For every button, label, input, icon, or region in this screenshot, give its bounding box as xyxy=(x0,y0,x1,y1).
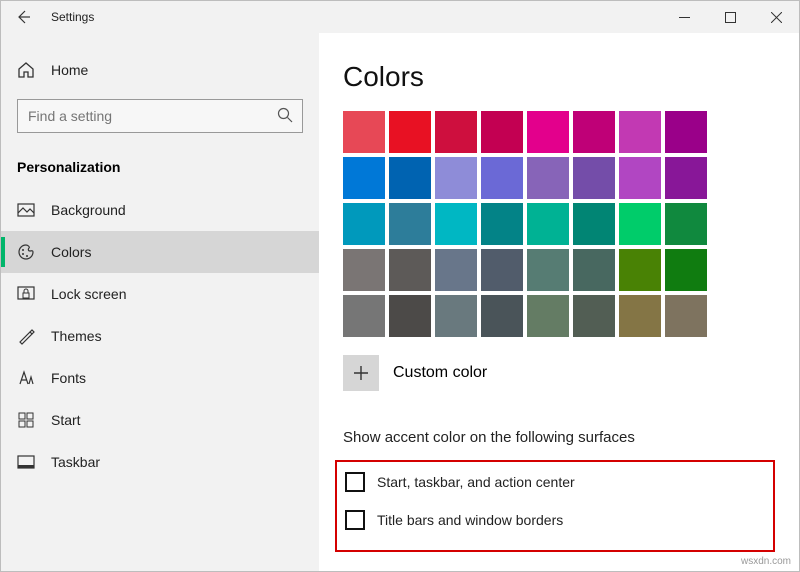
color-swatch-grid xyxy=(343,111,775,337)
checkbox-icon xyxy=(345,472,365,492)
page-heading: Colors xyxy=(343,61,775,93)
sidebar-item-label: Start xyxy=(51,412,81,428)
minimize-button[interactable] xyxy=(661,1,707,33)
color-swatch[interactable] xyxy=(481,203,523,245)
color-swatch[interactable] xyxy=(389,249,431,291)
window-title: Settings xyxy=(51,10,94,24)
sidebar-item-label: Fonts xyxy=(51,370,86,386)
checkbox-row-start-taskbar[interactable]: Start, taskbar, and action center xyxy=(345,472,765,492)
color-swatch[interactable] xyxy=(619,203,661,245)
color-swatch[interactable] xyxy=(665,111,707,153)
color-swatch[interactable] xyxy=(619,249,661,291)
sidebar-item-label: Background xyxy=(51,202,126,218)
search-icon xyxy=(277,107,293,123)
titlebar: Settings xyxy=(1,1,799,33)
sidebar-item-taskbar[interactable]: Taskbar xyxy=(1,441,319,483)
custom-color-button[interactable] xyxy=(343,355,379,391)
sidebar-item-fonts[interactable]: Fonts xyxy=(1,357,319,399)
color-swatch[interactable] xyxy=(619,295,661,337)
color-swatch[interactable] xyxy=(435,111,477,153)
fonts-icon xyxy=(17,369,35,387)
sidebar-item-label: Lock screen xyxy=(51,286,126,302)
color-swatch[interactable] xyxy=(527,295,569,337)
color-swatch[interactable] xyxy=(435,249,477,291)
color-swatch[interactable] xyxy=(527,157,569,199)
minimize-icon xyxy=(679,12,690,23)
color-swatch[interactable] xyxy=(573,157,615,199)
color-swatch[interactable] xyxy=(389,111,431,153)
color-swatch[interactable] xyxy=(343,203,385,245)
sidebar: Home Personalization Background Colors L… xyxy=(1,33,319,571)
color-swatch[interactable] xyxy=(573,295,615,337)
color-swatch[interactable] xyxy=(527,249,569,291)
color-swatch[interactable] xyxy=(665,203,707,245)
accent-section-title: Show accent color on the following surfa… xyxy=(343,429,775,446)
sidebar-home[interactable]: Home xyxy=(1,53,319,87)
themes-icon xyxy=(17,327,35,345)
checkbox-icon xyxy=(345,510,365,530)
color-swatch[interactable] xyxy=(527,203,569,245)
main-content: Colors Custom color Show accent color on… xyxy=(319,33,799,571)
custom-color-row: Custom color xyxy=(343,355,775,391)
sidebar-item-start[interactable]: Start xyxy=(1,399,319,441)
background-icon xyxy=(17,201,35,219)
maximize-button[interactable] xyxy=(707,1,753,33)
color-swatch[interactable] xyxy=(665,157,707,199)
color-swatch[interactable] xyxy=(573,203,615,245)
window-controls xyxy=(661,1,799,33)
custom-color-label: Custom color xyxy=(393,364,487,382)
color-swatch[interactable] xyxy=(343,249,385,291)
color-swatch[interactable] xyxy=(343,157,385,199)
back-button[interactable] xyxy=(1,1,45,33)
color-swatch[interactable] xyxy=(435,203,477,245)
color-swatch[interactable] xyxy=(435,295,477,337)
color-swatch[interactable] xyxy=(481,111,523,153)
watermark: wsxdn.com xyxy=(741,556,791,567)
highlight-box: Start, taskbar, and action center Title … xyxy=(335,460,775,552)
color-swatch[interactable] xyxy=(665,249,707,291)
sidebar-item-label: Taskbar xyxy=(51,454,100,470)
search-wrap xyxy=(17,99,303,133)
color-swatch[interactable] xyxy=(619,111,661,153)
sidebar-item-colors[interactable]: Colors xyxy=(1,231,319,273)
color-swatch[interactable] xyxy=(573,111,615,153)
taskbar-icon xyxy=(17,453,35,471)
close-icon xyxy=(771,12,782,23)
maximize-icon xyxy=(725,12,736,23)
sidebar-item-label: Themes xyxy=(51,328,102,344)
color-swatch[interactable] xyxy=(481,249,523,291)
color-swatch[interactable] xyxy=(343,111,385,153)
color-swatch[interactable] xyxy=(619,157,661,199)
sidebar-item-themes[interactable]: Themes xyxy=(1,315,319,357)
checkbox-label: Start, taskbar, and action center xyxy=(377,474,575,490)
search-input[interactable] xyxy=(17,99,303,133)
titlebar-left: Settings xyxy=(1,1,94,33)
color-swatch[interactable] xyxy=(389,157,431,199)
color-swatch[interactable] xyxy=(435,157,477,199)
sidebar-item-lockscreen[interactable]: Lock screen xyxy=(1,273,319,315)
sidebar-item-label: Colors xyxy=(51,244,91,260)
color-swatch[interactable] xyxy=(527,111,569,153)
sidebar-home-label: Home xyxy=(51,62,88,78)
sidebar-item-background[interactable]: Background xyxy=(1,189,319,231)
sidebar-category: Personalization xyxy=(1,151,319,189)
color-swatch[interactable] xyxy=(343,295,385,337)
home-icon xyxy=(17,61,35,79)
close-button[interactable] xyxy=(753,1,799,33)
color-swatch[interactable] xyxy=(389,203,431,245)
start-icon xyxy=(17,411,35,429)
lockscreen-icon xyxy=(17,285,35,303)
color-swatch[interactable] xyxy=(389,295,431,337)
plus-icon xyxy=(353,365,369,381)
checkbox-label: Title bars and window borders xyxy=(377,512,563,528)
checkbox-row-titlebars[interactable]: Title bars and window borders xyxy=(345,510,765,530)
color-swatch[interactable] xyxy=(481,157,523,199)
colors-icon xyxy=(17,243,35,261)
back-arrow-icon xyxy=(15,9,31,25)
color-swatch[interactable] xyxy=(481,295,523,337)
color-swatch[interactable] xyxy=(665,295,707,337)
color-swatch[interactable] xyxy=(573,249,615,291)
